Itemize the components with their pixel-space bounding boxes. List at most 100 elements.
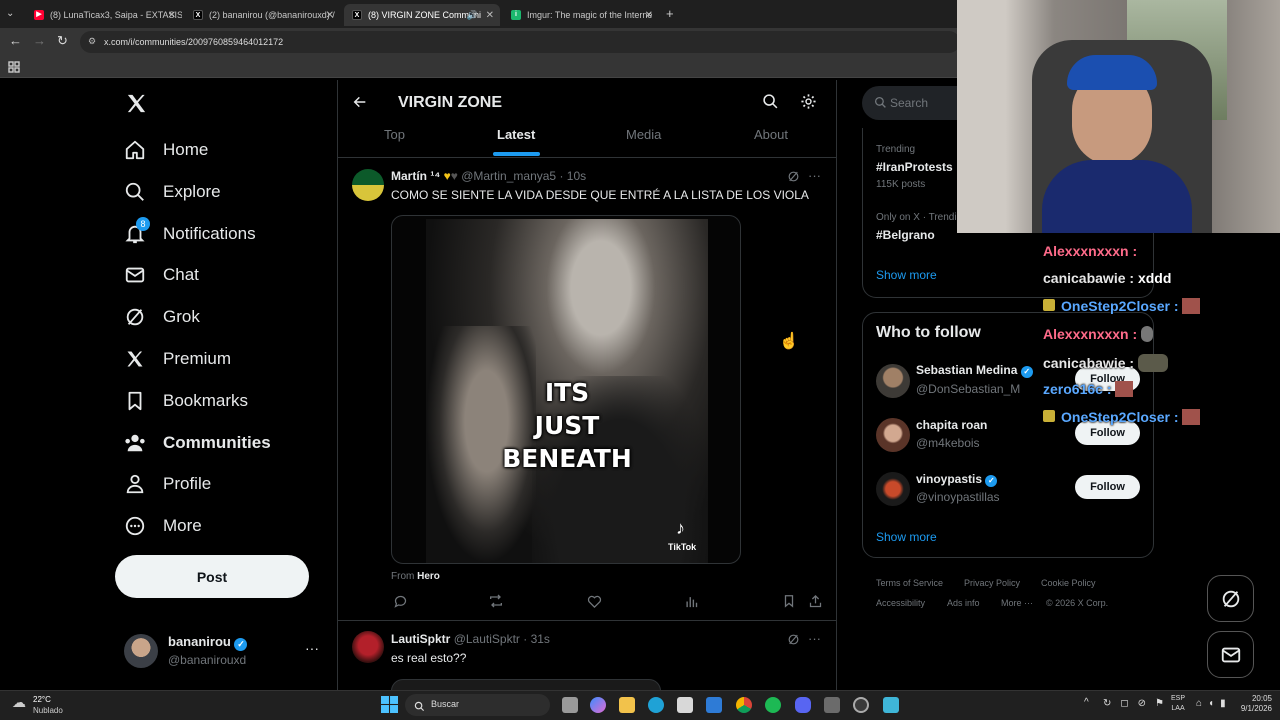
footer-link[interactable]: Cookie Policy bbox=[1041, 578, 1096, 588]
footer-link[interactable]: Accessibility bbox=[876, 598, 925, 608]
post-button[interactable]: Post bbox=[115, 555, 309, 598]
trend-name[interactable]: #IranProtests bbox=[876, 160, 953, 174]
follow-button[interactable]: Follow bbox=[1075, 475, 1140, 499]
trend-name[interactable]: #Belgrano bbox=[876, 228, 935, 242]
post-author[interactable]: LautiSpktr bbox=[391, 632, 450, 646]
back-icon[interactable]: ← bbox=[9, 33, 22, 48]
back-arrow-icon[interactable] bbox=[352, 94, 368, 115]
tab-about[interactable]: About bbox=[754, 127, 788, 142]
footer-link[interactable]: Terms of Service bbox=[876, 578, 943, 588]
show-more-link[interactable]: Show more bbox=[876, 530, 937, 544]
grok-icon[interactable] bbox=[787, 633, 800, 651]
clock[interactable]: 20:05 9/1/2026 bbox=[1232, 694, 1272, 714]
avatar[interactable] bbox=[352, 169, 384, 201]
new-tab-icon[interactable]: + bbox=[666, 6, 674, 21]
post-media-video[interactable]: ITS JUST BENEATH ♪ TikTok bbox=[391, 215, 741, 564]
community-search-icon[interactable] bbox=[762, 93, 779, 115]
post-more-icon[interactable]: ··· bbox=[808, 168, 821, 183]
close-tab-icon[interactable]: ✕ bbox=[326, 10, 334, 21]
avatar[interactable] bbox=[876, 364, 910, 398]
taskbar-search[interactable]: Buscar bbox=[405, 694, 550, 716]
avatar[interactable] bbox=[876, 418, 910, 452]
copilot-icon[interactable] bbox=[590, 697, 606, 713]
notepad-icon[interactable] bbox=[883, 697, 899, 713]
post-handle[interactable]: @LautiSpktr bbox=[454, 632, 520, 646]
account-more-icon[interactable]: ··· bbox=[305, 640, 319, 656]
file-explorer-icon[interactable] bbox=[619, 697, 635, 713]
language-indicator[interactable]: ESP LAA bbox=[1171, 694, 1185, 714]
nav-notifications[interactable]: 8 Notifications bbox=[124, 217, 256, 249]
browser-tab-1[interactable]: X (2) bananirou (@bananirouxd) / ✕ bbox=[185, 4, 340, 26]
nav-bookmarks[interactable]: Bookmarks bbox=[124, 386, 248, 416]
post-time[interactable]: · 10s bbox=[559, 169, 586, 183]
speaker-icon[interactable]: 🔊 bbox=[467, 10, 478, 21]
obs-icon[interactable] bbox=[853, 697, 869, 713]
suggestion-name[interactable]: Sebastian Medina ✓ bbox=[916, 363, 1033, 378]
bookmark-icon[interactable] bbox=[780, 592, 798, 610]
reload-icon[interactable]: ↻ bbox=[57, 33, 68, 49]
nav-home[interactable]: Home bbox=[124, 135, 208, 165]
task-view-icon[interactable] bbox=[562, 697, 578, 713]
post-author[interactable]: Martín ¹⁴ bbox=[391, 169, 440, 183]
close-tab-icon[interactable]: ✕ bbox=[168, 10, 176, 21]
suggestion-name[interactable]: vinoypastis ✓ bbox=[916, 472, 998, 487]
chrome-icon[interactable] bbox=[736, 697, 752, 713]
browser-tab-2[interactable]: X (8) VIRGIN ZONE Communi 🔊 ✕ bbox=[344, 4, 500, 26]
footer-link[interactable]: Privacy Policy bbox=[964, 578, 1020, 588]
tab-media[interactable]: Media bbox=[626, 127, 661, 142]
spotify-icon[interactable] bbox=[765, 697, 781, 713]
mail-app-icon[interactable] bbox=[706, 697, 722, 713]
weather-widget[interactable]: ☁ 22°C Nublado bbox=[10, 692, 100, 718]
store-icon[interactable] bbox=[677, 697, 693, 713]
source-link[interactable]: Hero bbox=[417, 571, 440, 582]
repost-icon[interactable] bbox=[487, 592, 505, 610]
discord-icon[interactable] bbox=[795, 697, 811, 713]
like-heart-icon[interactable] bbox=[585, 592, 603, 610]
close-tab-icon[interactable]: ✕ bbox=[645, 10, 653, 21]
post-item[interactable]: LautiSpktr @LautiSpktr · 31s ··· es real… bbox=[338, 621, 836, 690]
nav-profile[interactable]: Profile bbox=[124, 469, 211, 499]
settings-gear-icon[interactable] bbox=[800, 93, 817, 115]
browser-tab-3[interactable]: i Imgur: The magic of the Interne ✕ bbox=[503, 4, 659, 26]
avatar[interactable] bbox=[876, 472, 910, 506]
suggestion-name[interactable]: chapita roan bbox=[916, 418, 987, 432]
browser-tab-0[interactable]: ▶ (8) LunaTicax3, Saipa - EXTASIS ✕ bbox=[26, 4, 182, 26]
messages-float-button[interactable] bbox=[1207, 631, 1254, 678]
footer-link[interactable]: More ··· bbox=[1001, 598, 1033, 608]
account-switcher[interactable]: bananirou ✓ @bananirouxd ··· bbox=[115, 628, 327, 674]
url-field[interactable]: ⚙ x.com/i/communities/200976085946401217… bbox=[80, 31, 960, 53]
grok-icon[interactable] bbox=[787, 170, 800, 188]
edge-icon[interactable] bbox=[648, 697, 664, 713]
forward-icon[interactable]: → bbox=[33, 33, 46, 48]
nav-grok[interactable]: Grok bbox=[124, 302, 200, 332]
tab-latest[interactable]: Latest bbox=[497, 127, 535, 142]
show-more-link[interactable]: Show more bbox=[876, 268, 937, 282]
network-volume-icons[interactable]: ⌂◖▮ bbox=[1196, 698, 1232, 709]
nav-premium[interactable]: Premium bbox=[124, 344, 231, 374]
post-time[interactable]: · 31s bbox=[523, 632, 550, 646]
share-icon[interactable] bbox=[806, 592, 824, 610]
verified-badge-icon: ✓ bbox=[985, 475, 998, 487]
tab-list-dropdown-icon[interactable]: ⌄ bbox=[6, 8, 14, 19]
post-media-preview[interactable] bbox=[391, 679, 661, 690]
avatar[interactable] bbox=[352, 631, 384, 663]
nav-chat[interactable]: Chat bbox=[124, 260, 199, 290]
grok-float-button[interactable] bbox=[1207, 575, 1254, 622]
views-chart-icon[interactable] bbox=[682, 592, 700, 610]
apps-grid-icon[interactable] bbox=[8, 60, 20, 78]
site-info-icon[interactable]: ⚙ bbox=[88, 36, 96, 47]
nav-explore[interactable]: Explore bbox=[124, 177, 221, 207]
nav-more[interactable]: More bbox=[124, 511, 202, 541]
close-tab-icon[interactable]: ✕ bbox=[486, 10, 494, 21]
x-logo-icon[interactable] bbox=[125, 92, 148, 120]
start-windows-icon[interactable] bbox=[381, 696, 398, 718]
nav-communities[interactable]: Communities bbox=[124, 428, 271, 458]
post-handle[interactable]: @Martin_manya5 bbox=[461, 169, 556, 183]
post-item[interactable]: Martín ¹⁴ ♥♥ @Martin_manya5 · 10s ··· CO… bbox=[338, 158, 836, 620]
mixer-icon[interactable] bbox=[824, 697, 840, 713]
tray-chevron-icon[interactable]: ^ bbox=[1084, 697, 1089, 708]
tab-top[interactable]: Top bbox=[384, 127, 405, 142]
post-more-icon[interactable]: ··· bbox=[808, 631, 821, 646]
reply-icon[interactable] bbox=[391, 592, 409, 610]
footer-link[interactable]: Ads info bbox=[947, 598, 980, 608]
